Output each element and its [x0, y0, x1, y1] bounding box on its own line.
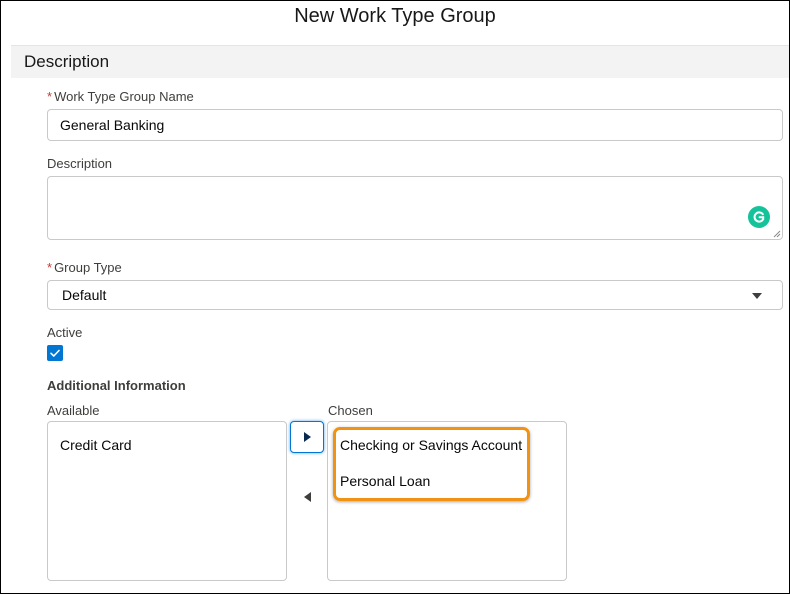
- description-textarea[interactable]: [47, 176, 783, 240]
- list-item[interactable]: Credit Card: [60, 437, 132, 453]
- required-marker: *: [47, 260, 53, 275]
- check-icon: [50, 349, 60, 357]
- chevron-down-icon: [752, 293, 762, 299]
- triangle-left-icon: [304, 492, 311, 502]
- additional-information-heading: Additional Information: [47, 378, 186, 393]
- triangle-right-icon: [304, 432, 311, 442]
- section-header: Description: [11, 45, 789, 78]
- group-type-select[interactable]: Default: [47, 280, 783, 310]
- section-title: Description: [24, 52, 110, 71]
- modal: New Work Type Group Description * Work Ty…: [0, 0, 790, 594]
- available-label: Available: [47, 403, 100, 418]
- move-to-chosen-button[interactable]: [290, 421, 324, 453]
- highlight-callout: [333, 427, 530, 501]
- description-label: Description: [47, 156, 113, 171]
- active-label: Active: [47, 325, 83, 340]
- group-type-selected-value: Default: [62, 287, 107, 303]
- name-input-value: General Banking: [60, 117, 165, 133]
- chosen-label: Chosen: [328, 403, 373, 418]
- required-marker: *: [47, 89, 53, 104]
- group-type-label-text: Group Type: [54, 260, 122, 275]
- work-type-group-name-input[interactable]: General Banking: [47, 109, 783, 141]
- move-to-available-button[interactable]: [290, 481, 324, 513]
- modal-title: New Work Type Group: [294, 5, 496, 27]
- name-label-text: Work Type Group Name: [54, 89, 194, 104]
- active-checkbox[interactable]: [47, 345, 63, 361]
- resize-handle-icon[interactable]: [773, 230, 781, 238]
- name-field-label: * Work Type Group Name: [47, 89, 194, 104]
- available-listbox[interactable]: Credit Card: [47, 421, 287, 581]
- grammarly-icon[interactable]: [748, 206, 770, 228]
- group-type-label: * Group Type: [47, 260, 122, 275]
